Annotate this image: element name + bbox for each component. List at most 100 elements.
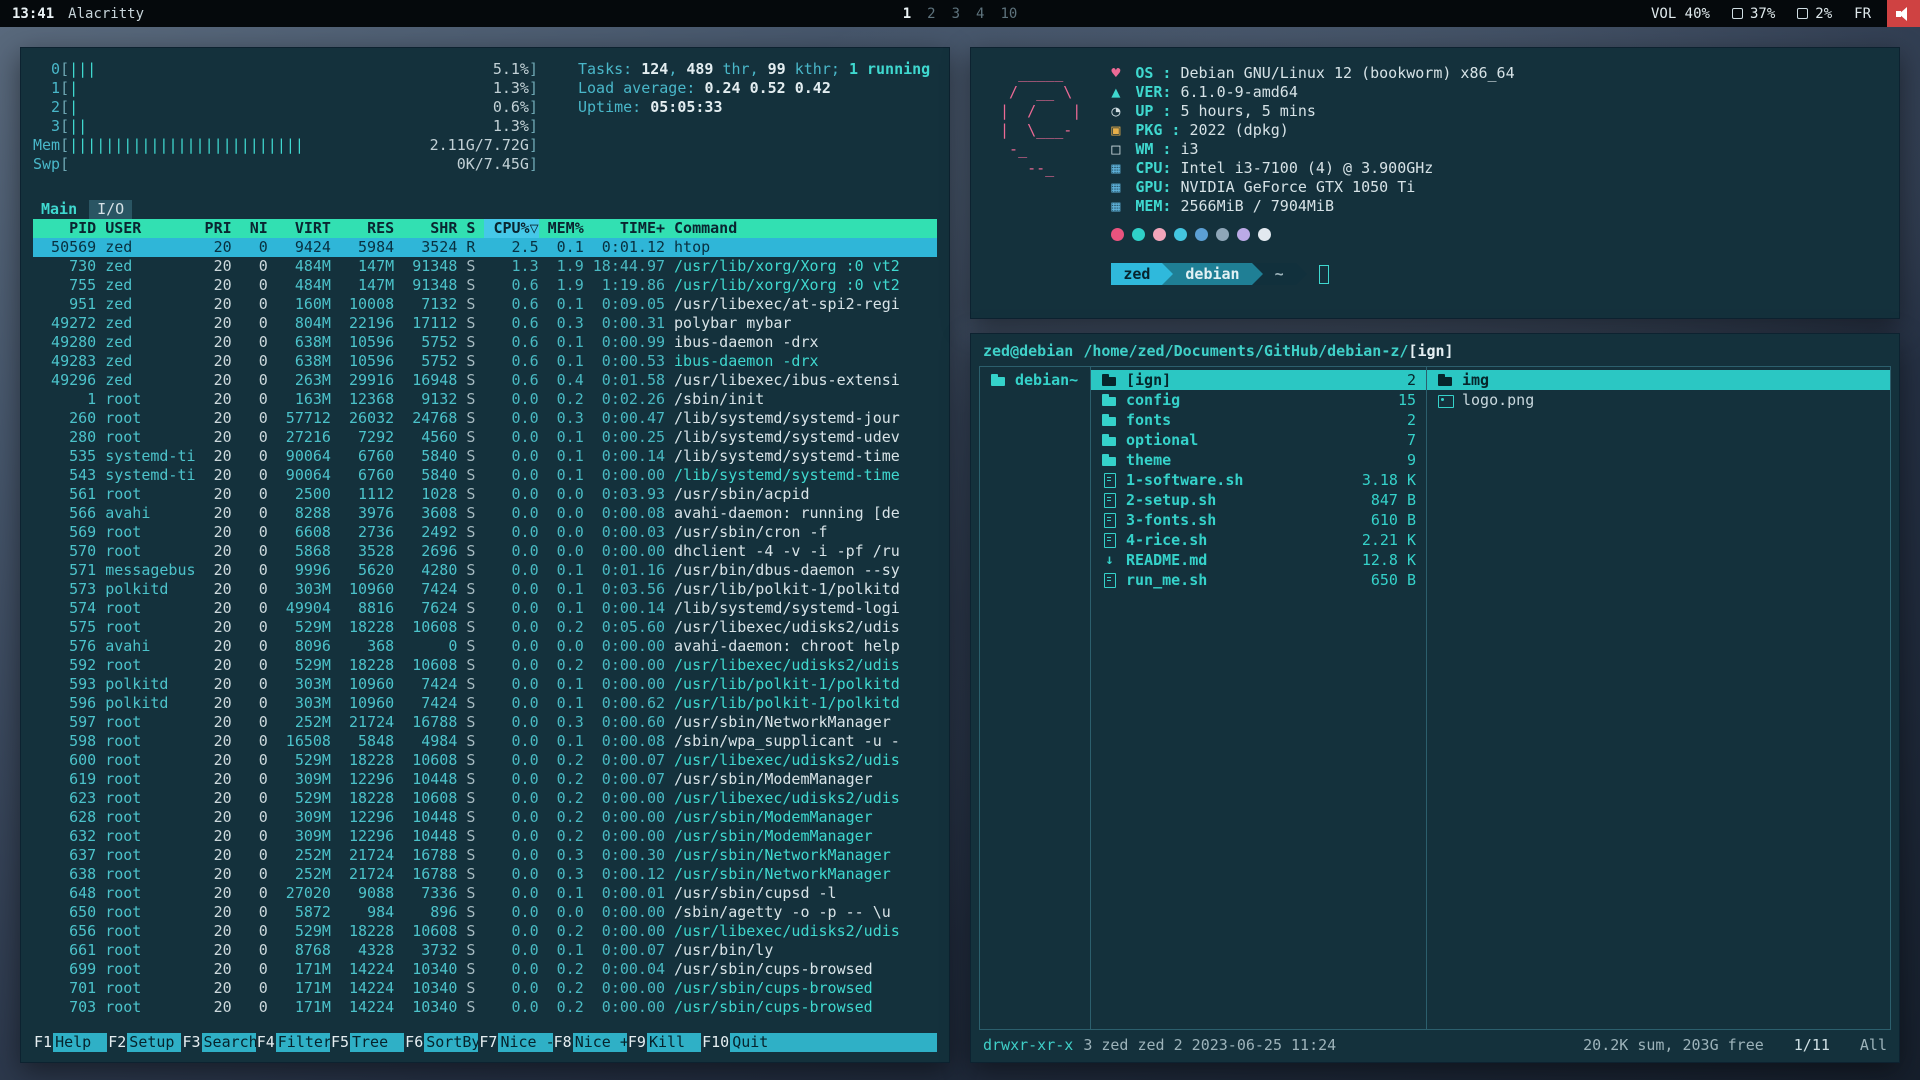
process-row-pid-600[interactable]: 600root200529M1822810608S0.00.20:00.07/u… [33, 751, 937, 770]
module-keyboard-layout[interactable]: FR [1854, 6, 1871, 22]
column-header-pid[interactable]: PID [33, 219, 96, 238]
file-row-4-rice-sh[interactable]: 4-rice.sh2.21 K [1091, 530, 1426, 550]
file-row-theme[interactable]: theme9 [1091, 450, 1426, 470]
column-header-virt[interactable]: VIRT [268, 219, 331, 238]
fkey-f2-setup[interactable]: Setup [127, 1033, 181, 1052]
process-row-pid-571[interactable]: 571messagebus200999656204280S0.00.10:01.… [33, 561, 937, 580]
shell-prompt[interactable]: zeddebian~ [1111, 263, 1514, 285]
process-row-pid-561[interactable]: 561root200250011121028S0.00.00:03.93/usr… [33, 485, 937, 504]
fkey-f7-nice[interactable]: Nice - [498, 1033, 552, 1052]
fkey-f3-search[interactable]: Search [202, 1033, 256, 1052]
workspace-4[interactable]: 4 [968, 6, 992, 22]
fkey-f4-filter[interactable]: Filter [276, 1033, 330, 1052]
column-header-cpu[interactable]: CPU%▽ [484, 219, 538, 238]
process-row-pid-661[interactable]: 661root200876843283732S0.00.10:00.07/usr… [33, 941, 937, 960]
process-row-pid-573[interactable]: 573polkitd200303M109607424S0.00.10:03.56… [33, 580, 937, 599]
process-row-pid-701[interactable]: 701root200171M1422410340S0.00.20:00.00/u… [33, 979, 937, 998]
file-row-fonts[interactable]: fonts2 [1091, 410, 1426, 430]
file-row-logo-png[interactable]: logo.png [1427, 390, 1890, 410]
process-row-pid-703[interactable]: 703root200171M1422410340S0.00.20:00.00/u… [33, 998, 937, 1017]
fkey-f6-sortby[interactable]: SortBy [424, 1033, 478, 1052]
process-row-pid-730[interactable]: 730zed200484M147M91348S1.31.918:44.97/us… [33, 257, 937, 276]
process-row-pid-650[interactable]: 650root2005872984896S0.00.00:00.00/sbin/… [33, 903, 937, 922]
fkey-f10-quit[interactable]: Quit [730, 1033, 784, 1052]
process-row-pid-49283[interactable]: 49283zed200638M105965752S0.60.10:00.53ib… [33, 352, 937, 371]
fetch-info: ♥OS : Debian GNU/Linux 12 (bookworm) x86… [1111, 64, 1514, 216]
process-row-pid-49280[interactable]: 49280zed200638M105965752S0.60.10:00.99ib… [33, 333, 937, 352]
process-row-pid-543[interactable]: 543systemd-ti2009006467605840S0.00.10:00… [33, 466, 937, 485]
column-header-time[interactable]: TIME+ [584, 219, 665, 238]
process-row-pid-49296[interactable]: 49296zed200263M2991616948S0.60.40:01.58/… [33, 371, 937, 390]
workspace-2[interactable]: 2 [919, 6, 943, 22]
column-header-user[interactable]: USER [96, 219, 195, 238]
process-row-pid-637[interactable]: 637root200252M2172416788S0.00.30:00.30/u… [33, 846, 937, 865]
tab-io[interactable]: I/O [89, 200, 132, 219]
process-row-pid-628[interactable]: 628root200309M1229610448S0.00.20:00.00/u… [33, 808, 937, 827]
process-row-pid-569[interactable]: 569root200660827362492S0.00.00:00.03/usr… [33, 523, 937, 542]
module-memory[interactable]: 37% [1732, 6, 1775, 22]
process-row-pid-50569[interactable]: 50569zed200942459843524R2.50.10:01.12hto… [33, 238, 937, 257]
file-row-optional[interactable]: optional7 [1091, 430, 1426, 450]
process-row-pid-951[interactable]: 951zed200160M100087132S0.60.10:09.05/usr… [33, 295, 937, 314]
process-row-pid-623[interactable]: 623root200529M1822810608S0.00.20:00.00/u… [33, 789, 937, 808]
process-row-pid-632[interactable]: 632root200309M1229610448S0.00.20:00.00/u… [33, 827, 937, 846]
preview-pane[interactable]: imglogo.png [1426, 367, 1890, 1029]
workspace-10[interactable]: 10 [992, 6, 1025, 22]
file-row-3-fonts-sh[interactable]: 3-fonts.sh610 B [1091, 510, 1426, 530]
process-row-pid-699[interactable]: 699root200171M1422410340S0.00.20:00.04/u… [33, 960, 937, 979]
workspace-1[interactable]: 1 [895, 6, 919, 22]
process-row-pid-574[interactable]: 574root2004990488167624S0.00.10:00.14/li… [33, 599, 937, 618]
file-row-img[interactable]: img [1427, 370, 1890, 390]
file-panes: debian~ [ign]2config15fonts2optional7the… [979, 366, 1891, 1030]
file-row-ign[interactable]: [ign]2 [1091, 370, 1426, 390]
process-row-pid-280[interactable]: 280root2002721672924560S0.00.10:00.25/li… [33, 428, 937, 447]
process-row-pid-596[interactable]: 596polkitd200303M109607424S0.00.10:00.62… [33, 694, 937, 713]
process-row-pid-593[interactable]: 593polkitd200303M109607424S0.00.10:00.00… [33, 675, 937, 694]
process-row-pid-1[interactable]: 1root200163M123689132S0.00.20:02.26/sbin… [33, 390, 937, 409]
process-row-pid-49272[interactable]: 49272zed200804M2219617112S0.60.30:00.31p… [33, 314, 937, 333]
column-header-cmd[interactable]: Command [665, 219, 937, 238]
module-audio[interactable] [1887, 0, 1920, 27]
process-row-pid-575[interactable]: 575root200529M1822810608S0.00.20:05.60/u… [33, 618, 937, 637]
process-row-pid-535[interactable]: 535systemd-ti2009006467605840S0.00.10:00… [33, 447, 937, 466]
process-row-pid-576[interactable]: 576avahi20080963680S0.00.00:00.00avahi-d… [33, 637, 937, 656]
workspace-3[interactable]: 3 [944, 6, 968, 22]
column-header-ni[interactable]: NI [232, 219, 268, 238]
fkey-f8-nice[interactable]: Nice + [573, 1033, 627, 1052]
process-row-pid-566[interactable]: 566avahi200828839763608S0.00.00:00.08ava… [33, 504, 937, 523]
process-row-pid-598[interactable]: 598root2001650858484984S0.00.10:00.08/sb… [33, 732, 937, 751]
top-bar: 13:41 Alacritty 123410 VOL 40%37%2%FR [0, 0, 1920, 27]
process-row-pid-570[interactable]: 570root200586835282696S0.00.00:00.00dhcl… [33, 542, 937, 561]
file-row-debian[interactable]: debian~ [980, 370, 1090, 390]
parent-pane[interactable]: debian~ [980, 367, 1090, 1029]
process-row-pid-260[interactable]: 260root200577122603224768S0.00.30:00.47/… [33, 409, 937, 428]
file-size: 15 [1388, 391, 1416, 409]
file-row-1-software-sh[interactable]: 1-software.sh3.18 K [1091, 470, 1426, 490]
process-row-pid-592[interactable]: 592root200529M1822810608S0.00.20:00.00/u… [33, 656, 937, 675]
column-header-pri[interactable]: PRI [196, 219, 232, 238]
summary-uptime: Uptime: 05:05:33 [578, 98, 930, 117]
tab-main[interactable]: Main [33, 200, 85, 219]
column-header-mem[interactable]: MEM% [539, 219, 584, 238]
column-header-shr[interactable]: SHR [394, 219, 457, 238]
fkey-f1-help[interactable]: Help [53, 1033, 107, 1052]
process-row-pid-755[interactable]: 755zed200484M147M91348S0.61.91:19.86/usr… [33, 276, 937, 295]
fkey-f5-tree[interactable]: Tree [350, 1033, 404, 1052]
fkey-f9-kill[interactable]: Kill [647, 1033, 701, 1052]
file-row-run-me-sh[interactable]: run_me.sh650 B [1091, 570, 1426, 590]
module-volume[interactable]: VOL 40% [1651, 6, 1710, 22]
script-icon [1101, 572, 1118, 588]
files-pane[interactable]: [ign]2config15fonts2optional7theme91-sof… [1090, 367, 1426, 1029]
meter-cpu-0: 0[|||5.1%] [33, 60, 538, 79]
process-row-pid-638[interactable]: 638root200252M2172416788S0.00.30:00.12/u… [33, 865, 937, 884]
module-cpu[interactable]: 2% [1797, 6, 1832, 22]
column-header-state[interactable]: S [457, 219, 484, 238]
file-row-config[interactable]: config15 [1091, 390, 1426, 410]
process-row-pid-656[interactable]: 656root200529M1822810608S0.00.20:00.00/u… [33, 922, 937, 941]
process-row-pid-597[interactable]: 597root200252M2172416788S0.00.30:00.60/u… [33, 713, 937, 732]
process-row-pid-648[interactable]: 648root2002702090887336S0.00.10:00.01/us… [33, 884, 937, 903]
file-row-readme-md[interactable]: ↓README.md12.8 K [1091, 550, 1426, 570]
column-header-res[interactable]: RES [331, 219, 394, 238]
file-row-2-setup-sh[interactable]: 2-setup.sh847 B [1091, 490, 1426, 510]
process-row-pid-619[interactable]: 619root200309M1229610448S0.00.20:00.07/u… [33, 770, 937, 789]
